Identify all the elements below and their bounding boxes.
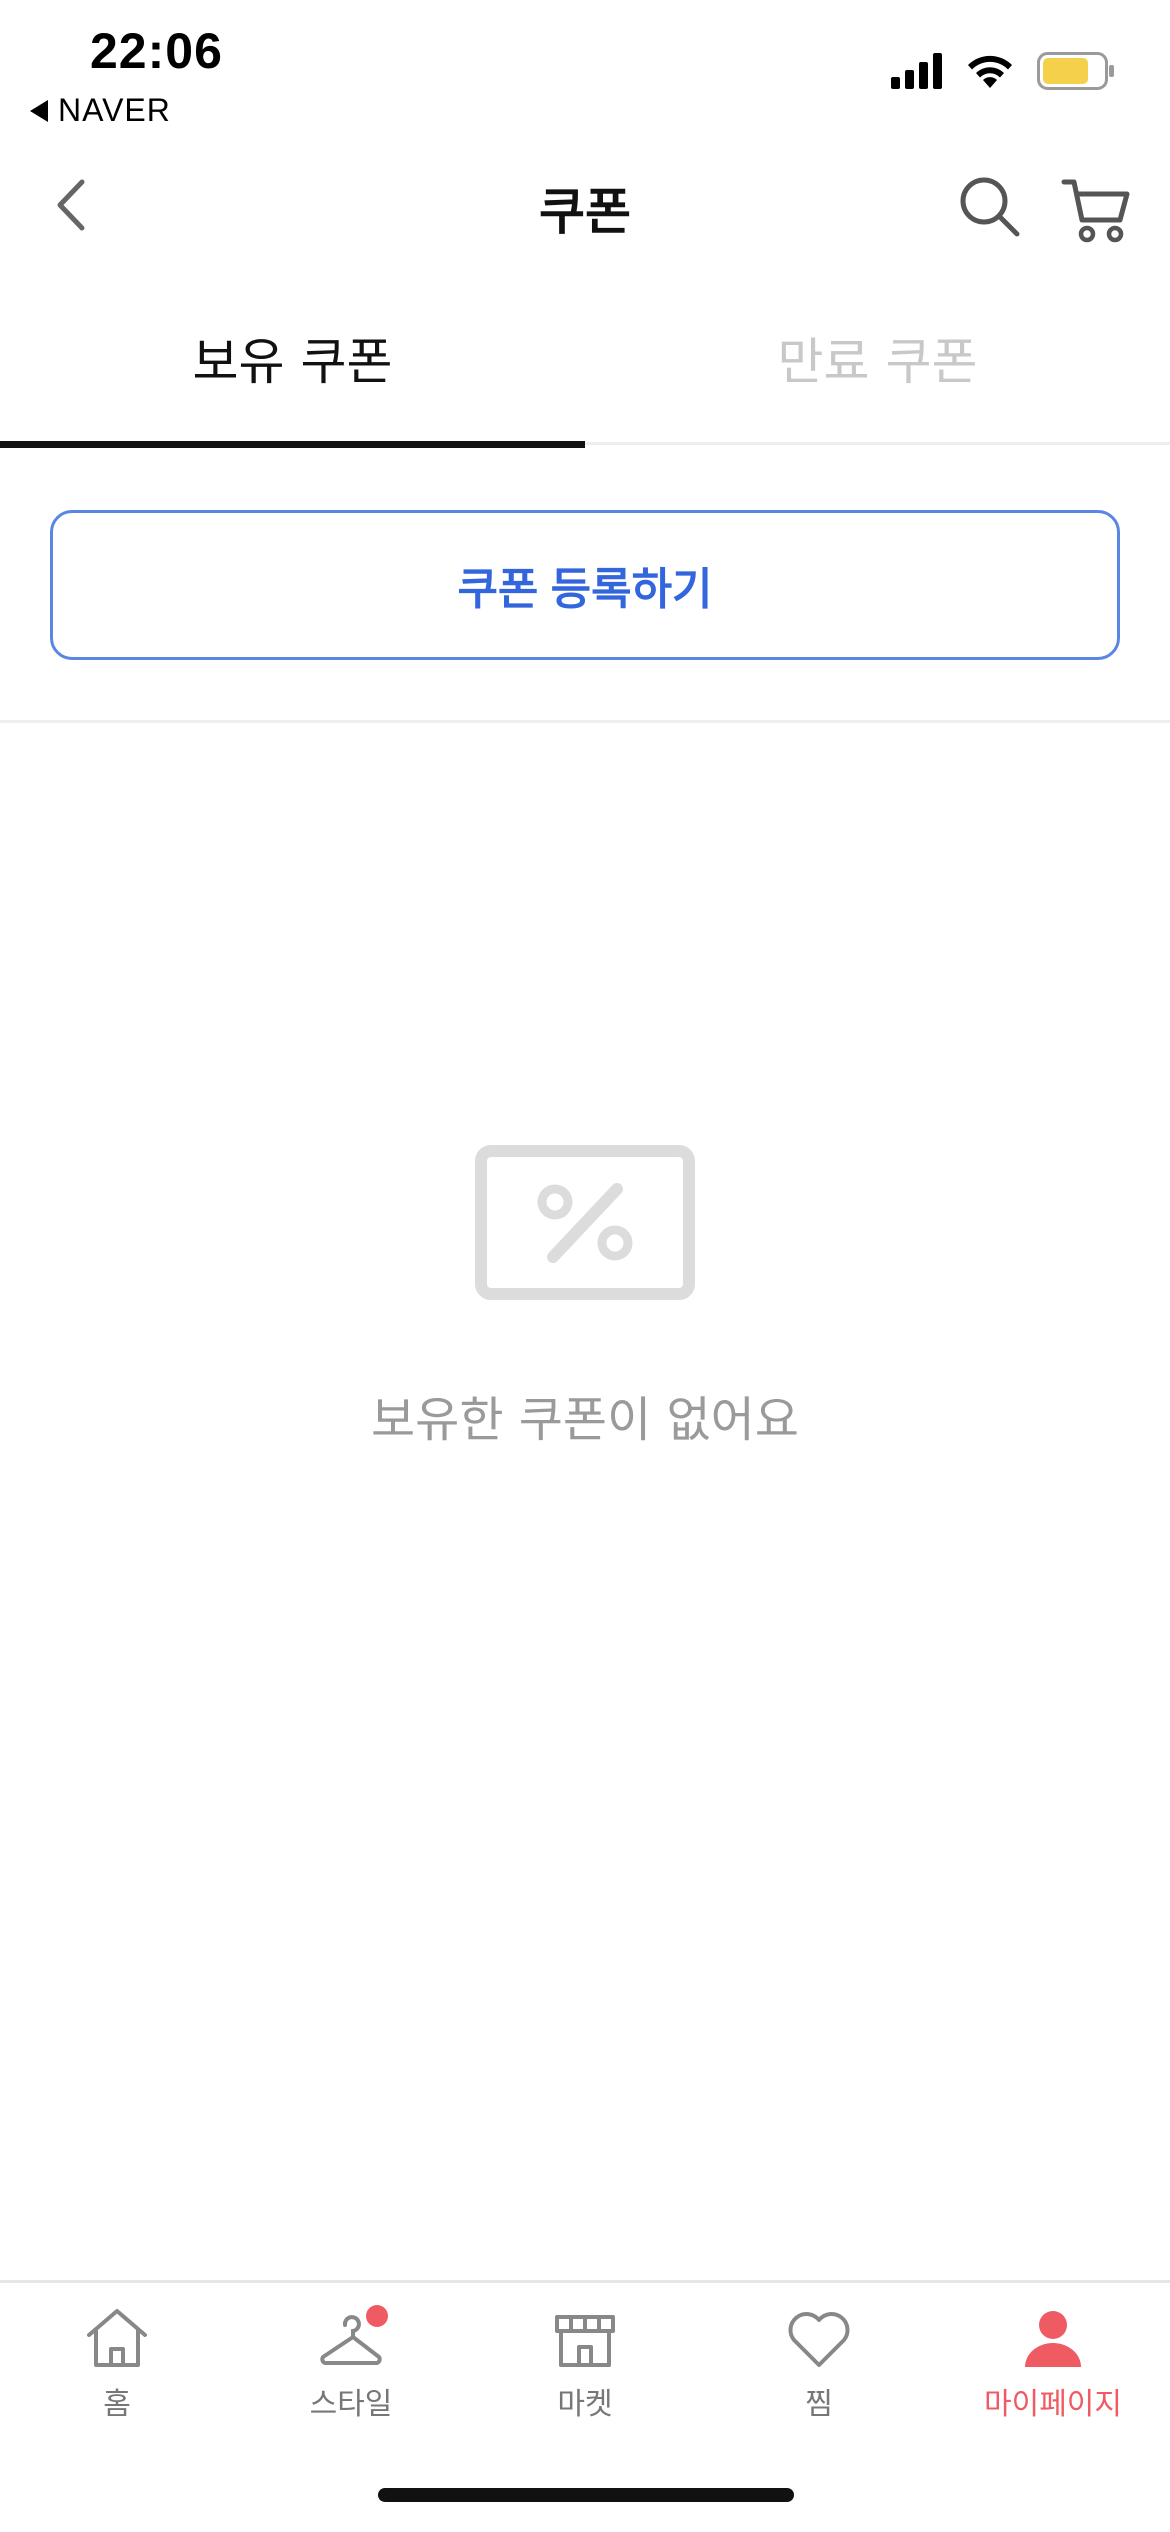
nav-item-wishlist[interactable]: 찜: [702, 2283, 936, 2443]
nav-item-market[interactable]: 마켓: [468, 2283, 702, 2443]
section-divider: [0, 720, 1170, 723]
nav-label: 홈: [103, 2387, 131, 2422]
store-icon: [555, 2315, 615, 2367]
register-coupon-button[interactable]: 쿠폰 등록하기: [50, 510, 1120, 660]
top-header: 쿠폰: [0, 150, 1170, 260]
battery-icon: [1037, 52, 1114, 90]
back-app-label: NAVER: [58, 92, 171, 128]
status-time: 22:06: [90, 23, 223, 79]
notification-badge: [366, 2305, 388, 2327]
status-indicators: [891, 52, 1115, 90]
bottom-nav: 홈 스타일 마켓 찜 마이페이지: [0, 2280, 1170, 2440]
empty-state-message: 보유한 쿠폰이 없어요: [371, 1392, 799, 1448]
nav-item-home[interactable]: 홈: [0, 2283, 234, 2443]
back-triangle-icon: [30, 99, 48, 122]
cart-icon[interactable]: [1060, 172, 1135, 247]
back-to-app-link[interactable]: NAVER: [30, 92, 171, 129]
tab-expired-coupons[interactable]: 만료 쿠폰: [585, 290, 1170, 445]
cellular-signal-icon: [891, 53, 942, 89]
search-icon[interactable]: [955, 172, 1025, 242]
nav-label: 스타일: [309, 2387, 393, 2422]
tab-owned-coupons[interactable]: 보유 쿠폰: [0, 290, 585, 448]
status-bar: 22:06 NAVER: [0, 0, 1170, 140]
heart-icon: [788, 2312, 850, 2367]
nav-item-mypage[interactable]: 마이페이지: [936, 2283, 1170, 2443]
nav-item-style[interactable]: 스타일: [234, 2283, 468, 2443]
home-indicator[interactable]: [378, 2488, 794, 2502]
coupon-percent-icon: [475, 1145, 695, 1300]
home-icon: [87, 2309, 147, 2367]
wifi-icon: [968, 55, 1012, 88]
nav-label: 마켓: [557, 2387, 613, 2422]
coupon-tabs: 보유 쿠폰 만료 쿠폰: [0, 290, 1170, 448]
person-icon: [1025, 2311, 1081, 2367]
nav-label: 찜: [805, 2387, 833, 2422]
nav-label: 마이페이지: [984, 2387, 1122, 2422]
